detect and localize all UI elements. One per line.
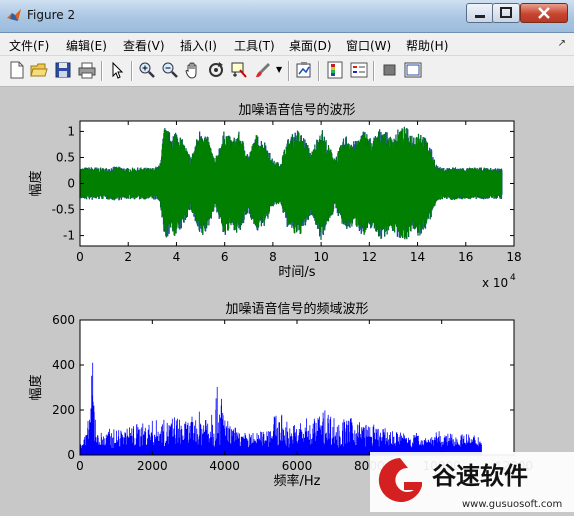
minimize-icon	[475, 15, 485, 18]
y-tick-label: 1	[67, 124, 75, 138]
brush-icon[interactable]	[254, 61, 272, 79]
pointer-icon[interactable]	[108, 61, 126, 79]
figure-toolbar: ▼	[0, 56, 574, 87]
hide-plot-tools-icon[interactable]	[381, 61, 399, 79]
menu-desktop[interactable]: 桌面(D)	[289, 37, 332, 54]
matlab-icon	[7, 9, 21, 21]
watermark-brand: 谷速软件	[432, 462, 528, 490]
link-plot-icon[interactable]	[295, 61, 313, 79]
x-tick-label: 12	[362, 250, 377, 264]
brush-dropdown-icon[interactable]: ▼	[276, 65, 282, 74]
x-tick-label: 2	[124, 250, 132, 264]
close-icon	[538, 7, 550, 19]
toolbar-separator	[373, 61, 375, 81]
x-axis-label: 频率/Hz	[274, 473, 321, 489]
show-plot-tools-icon[interactable]	[404, 61, 422, 79]
menu-bar: 文件(F) 编辑(E) 查看(V) 插入(I) 工具(T) 桌面(D) 窗口(W…	[0, 33, 574, 56]
colorbar-icon[interactable]	[326, 61, 344, 79]
x-tick-label: 6	[221, 250, 229, 264]
x-tick-label: 4	[173, 250, 181, 264]
x-tick-label: 2000	[137, 459, 168, 473]
toolbar-separator	[131, 61, 133, 81]
figure-window: Figure 2 文件(F) 编辑(E) 查看(V) 插入(I) 工具(T) 桌…	[0, 0, 574, 512]
x-tick-label: 18	[506, 250, 521, 264]
axes-1	[79, 120, 515, 247]
menu-tools[interactable]: 工具(T)	[234, 37, 275, 54]
new-figure-icon[interactable]	[8, 61, 26, 79]
y-tick-label: 400	[52, 358, 75, 372]
toolbar-separator	[101, 61, 103, 81]
minimize-button[interactable]	[466, 3, 494, 23]
menu-view[interactable]: 查看(V)	[123, 37, 165, 54]
y-axis-label: 幅度	[28, 374, 44, 400]
plots-svg: 0 2 4 6 8 10 12 14 16 18 -1 -0.5 0 0.5 1 加噪语音信号的波形时间/s 幅…	[28, 102, 533, 489]
x-tick-label: 16	[458, 250, 473, 264]
x-tick-label: 6000	[282, 459, 313, 473]
menu-insert[interactable]: 插入(I)	[180, 37, 217, 54]
maximize-icon	[500, 7, 512, 18]
x-exponent: 4	[510, 273, 516, 283]
data-cursor-icon[interactable]	[230, 61, 248, 79]
watermark: 谷速软件 www.gusuosoft.com	[370, 452, 574, 512]
x-tick-label: 8	[269, 250, 277, 264]
x-tick-label: 4000	[209, 459, 240, 473]
save-icon[interactable]	[54, 61, 72, 79]
maximize-button[interactable]	[492, 3, 520, 23]
close-button[interactable]	[520, 3, 568, 23]
chart-title: 加噪语音信号的频域波形	[225, 301, 368, 317]
zoom-out-icon[interactable]	[161, 61, 179, 79]
x-multiplier: x 10	[482, 276, 508, 290]
print-icon[interactable]	[78, 61, 96, 79]
zoom-in-icon[interactable]	[138, 61, 156, 79]
y-tick-label: 0	[67, 177, 75, 191]
toolbar-separator	[288, 61, 290, 81]
axes-2	[79, 319, 515, 456]
toolbar-separator	[318, 61, 320, 81]
x-axis-label: 时间/s	[278, 265, 315, 280]
window-title: Figure 2	[27, 8, 76, 22]
menu-overflow-icon[interactable]: ↗	[558, 38, 566, 49]
open-file-icon[interactable]	[30, 61, 48, 79]
x-tick-label: 0	[76, 459, 84, 473]
pan-icon[interactable]	[184, 61, 202, 79]
figure-canvas: 0 2 4 6 8 10 12 14 16 18 -1 -0.5 0 0.5 1 加噪语音信号的波形 时间/s 幅…	[0, 87, 574, 512]
y-tick-label: -1	[63, 229, 75, 243]
x-tick-label: 10	[313, 250, 328, 264]
menu-help[interactable]: 帮助(H)	[406, 37, 448, 54]
y-tick-label: 0	[67, 448, 75, 462]
title-bar[interactable]: Figure 2	[0, 0, 574, 33]
legend-icon[interactable]	[350, 61, 368, 79]
y-tick-label: 200	[52, 403, 75, 417]
watermark-url: www.gusuosoft.com	[462, 499, 562, 510]
x-tick-label: 0	[76, 250, 84, 264]
y-tick-label: 600	[52, 313, 75, 327]
menu-file[interactable]: 文件(F)	[9, 37, 49, 54]
menu-window[interactable]: 窗口(W)	[346, 37, 391, 54]
chart-title: 加噪语音信号的波形	[238, 102, 355, 118]
rotate-3d-icon[interactable]	[207, 61, 225, 79]
x-tick-label: 14	[410, 250, 425, 264]
menu-edit[interactable]: 编辑(E)	[66, 37, 107, 54]
y-tick-label: -0.5	[52, 203, 75, 217]
y-tick-label: 0.5	[56, 150, 75, 164]
y-axis-label: 幅度	[28, 170, 44, 196]
